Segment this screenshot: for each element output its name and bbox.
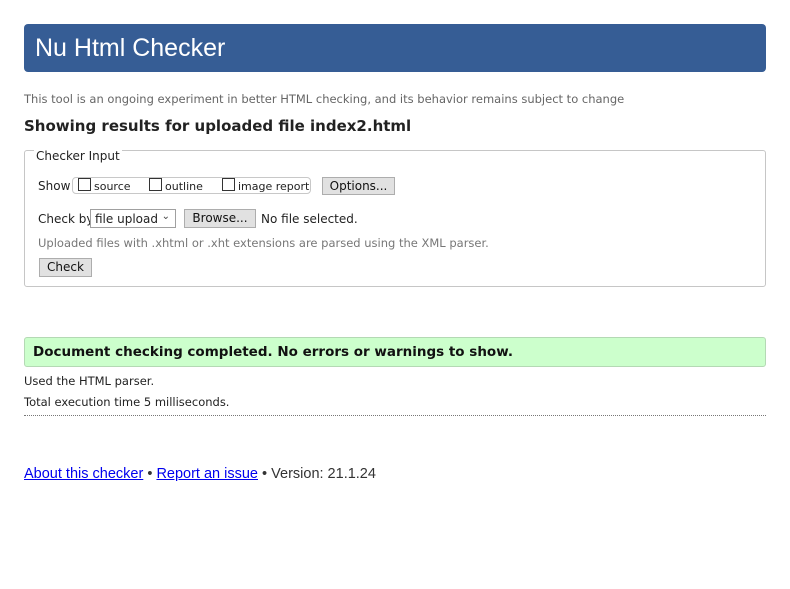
check-button[interactable]: Check — [39, 258, 92, 277]
report-issue-link[interactable]: Report an issue — [156, 466, 258, 482]
outline-checkbox[interactable] — [149, 178, 162, 191]
check-by-selected-value: file upload — [95, 212, 158, 226]
options-button[interactable]: Options... — [322, 177, 395, 195]
footer: About this checker • Report an issue • V… — [24, 466, 376, 482]
chevron-down-icon: ⌄ — [161, 211, 170, 222]
app-header: Nu Html Checker — [24, 24, 766, 72]
checker-input-fieldset: Checker Input Show source outline image … — [24, 149, 766, 287]
footer-separator: • — [147, 466, 153, 482]
version-text: Version: 21.1.24 — [271, 466, 376, 482]
source-checkbox[interactable] — [78, 178, 91, 191]
check-by-label: Check by — [38, 212, 94, 226]
check-by-select[interactable]: file upload ⌄ — [90, 209, 176, 228]
checker-input-legend: Checker Input — [34, 149, 122, 163]
results-heading: Showing results for uploaded file index2… — [24, 117, 412, 135]
browse-button[interactable]: Browse... — [184, 209, 256, 228]
show-label: Show — [38, 179, 71, 193]
xml-parser-hint: Uploaded files with .xhtml or .xht exten… — [38, 236, 489, 250]
file-status: No file selected. — [261, 212, 358, 226]
parser-info: Used the HTML parser. — [24, 374, 155, 388]
show-options-group: source outline image report — [72, 177, 311, 194]
success-message: Document checking completed. No errors o… — [24, 337, 766, 367]
about-checker-link[interactable]: About this checker — [24, 466, 143, 482]
footer-separator: • — [262, 466, 268, 482]
image-report-checkbox[interactable] — [222, 178, 235, 191]
source-checkbox-label: source — [94, 180, 131, 193]
image-report-checkbox-label: image report — [238, 180, 310, 193]
outline-checkbox-label: outline — [165, 180, 203, 193]
execution-time: Total execution time 5 milliseconds. — [24, 395, 230, 409]
divider — [24, 415, 766, 416]
tagline: This tool is an ongoing experiment in be… — [24, 92, 625, 106]
app-title: Nu Html Checker — [35, 34, 226, 62]
